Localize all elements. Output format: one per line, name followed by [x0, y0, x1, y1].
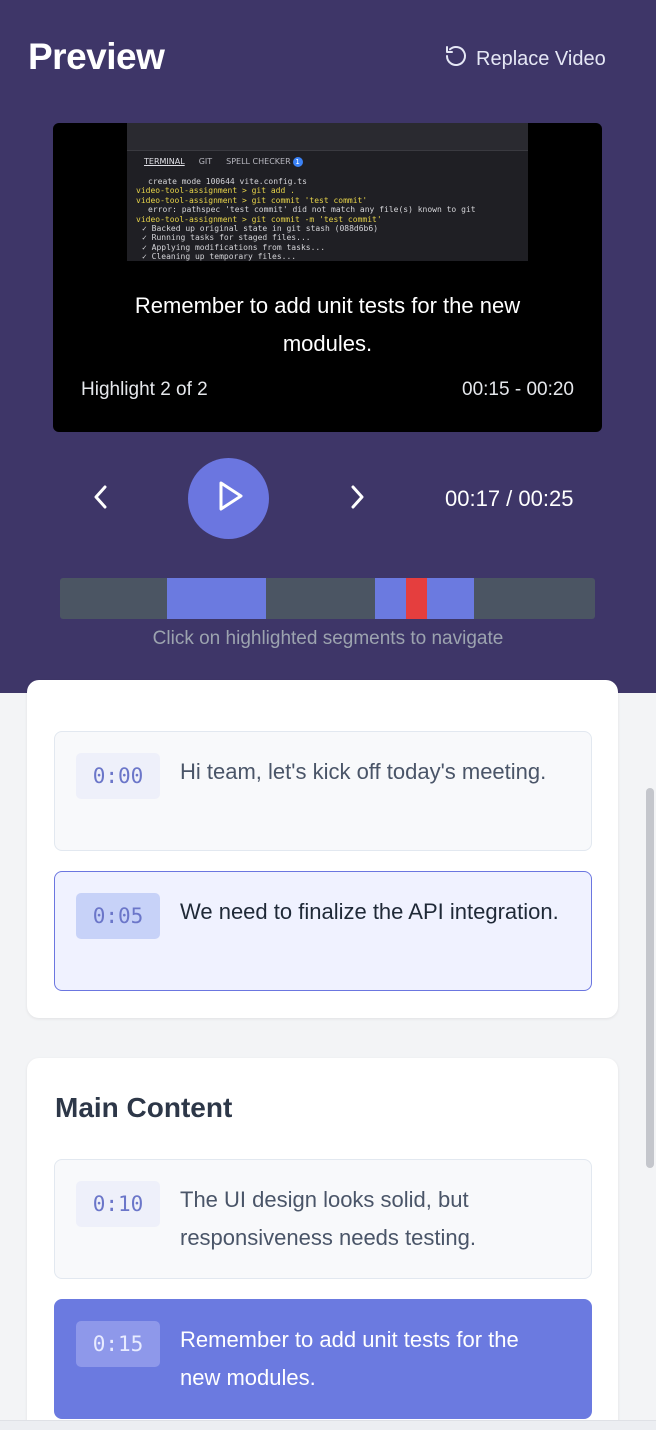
transcript-text: We need to finalize the API integration.	[180, 899, 559, 924]
next-highlight-button[interactable]	[340, 482, 374, 516]
highlight-time-range: 00:15 - 00:20	[462, 379, 574, 400]
transcript-item-current[interactable]: 0:15 Remember to add unit tests for the …	[54, 1299, 592, 1419]
timeline-bar[interactable]	[60, 578, 595, 619]
replace-video-label: Replace Video	[476, 47, 606, 70]
chevron-right-icon	[346, 484, 368, 515]
timestamp-badge: 0:05	[76, 893, 160, 939]
bottom-edge	[0, 1420, 656, 1430]
terminal-line: ✓ Backed up original state in git stash …	[142, 224, 379, 234]
play-button[interactable]	[188, 458, 269, 539]
transcript-text: The UI design looks solid, but responsiv…	[180, 1187, 476, 1250]
terminal-line: video-tool-assignment > git commit -m 't…	[136, 214, 382, 224]
highlight-counter: Highlight 2 of 2	[81, 379, 208, 400]
terminal-badge: 1	[292, 157, 303, 167]
video-frame: TERMINAL GIT SPELL CHECKER 1 create mode …	[127, 123, 528, 261]
terminal-tab-terminal: TERMINAL	[144, 157, 185, 166]
section-title: Main Content	[55, 1092, 233, 1123]
chevron-left-icon	[90, 484, 112, 515]
timeline-segment[interactable]	[167, 578, 266, 619]
page-title: Preview	[28, 36, 165, 77]
terminal-output: create mode 100644 vite.config.ts video-t…	[136, 177, 476, 262]
timeline-hint: Click on highlighted segments to navigat…	[152, 628, 504, 649]
transcript-section: 0:00 Hi team, let's kick off today's mee…	[27, 680, 618, 1018]
terminal-line: create mode 100644 vite.config.ts	[148, 177, 307, 186]
terminal-line: video-tool-assignment > git commit 'test…	[136, 195, 368, 205]
terminal-tabs: TERMINAL GIT SPELL CHECKER 1	[144, 157, 303, 167]
terminal-line: ✓ Cleaning up temporary files...	[142, 252, 297, 262]
playback-time: 00:17 / 00:25	[445, 486, 574, 511]
timestamp-badge: 0:10	[76, 1181, 160, 1227]
terminal-tab-spell-checker: SPELL CHECKER 1	[226, 157, 303, 167]
timestamp-badge: 0:00	[76, 753, 160, 799]
previous-highlight-button[interactable]	[84, 482, 118, 516]
terminal-line: ✓ Running tasks for staged files...	[142, 233, 311, 243]
play-icon	[211, 478, 247, 519]
terminal-line: ✓ Applying modifications from tasks...	[142, 242, 326, 252]
terminal-tab-git: GIT	[198, 157, 213, 166]
transcript-item-selected[interactable]: 0:05 We need to finalize the API integra…	[54, 871, 592, 991]
terminal-line: error: pathspec 'test commit' did not ma…	[148, 205, 476, 215]
transcript-item[interactable]: 0:10 The UI design looks solid, but resp…	[54, 1159, 592, 1279]
rotate-ccw-icon	[444, 44, 468, 74]
video-player[interactable]: TERMINAL GIT SPELL CHECKER 1 create mode …	[53, 123, 602, 432]
transcript-item[interactable]: 0:00 Hi team, let's kick off today's mee…	[54, 731, 592, 851]
terminal-line: video-tool-assignment > git add .	[136, 186, 295, 196]
replace-video-button[interactable]: Replace Video	[444, 44, 606, 74]
preview-panel: Preview Replace Video TERMINAL GIT SPELL…	[0, 0, 656, 693]
terminal-header	[127, 123, 528, 151]
transcript-text: Hi team, let's kick off today's meeting.	[180, 759, 547, 784]
timestamp-badge: 0:15	[76, 1321, 160, 1367]
transcript-text: Remember to add unit tests for the new m…	[180, 1327, 519, 1390]
transcript-section-main-content: Main Content 0:10 The UI design looks so…	[27, 1058, 618, 1430]
playhead[interactable]	[406, 578, 427, 619]
video-caption: Remember to add unit tests for the new m…	[134, 293, 521, 356]
terminal-tab-spell-checker-label: SPELL CHECKER	[226, 157, 291, 166]
scrollbar-thumb[interactable]	[646, 788, 654, 1168]
